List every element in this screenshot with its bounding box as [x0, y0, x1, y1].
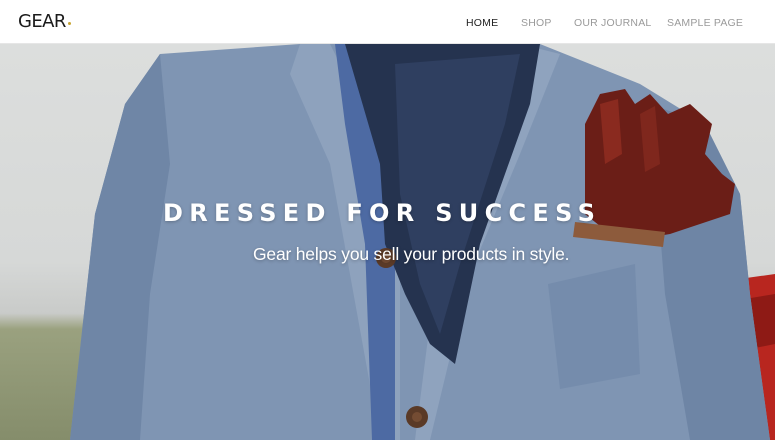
- nav-home[interactable]: HOME: [466, 16, 498, 30]
- nav-sample-page[interactable]: SAMPLE PAGE: [667, 16, 743, 30]
- logo-text: GEAR: [18, 11, 66, 32]
- hero-image: [70, 44, 775, 440]
- site-header: GEAR HOME SHOP OUR JOURNAL SAMPLE PAGE: [0, 0, 775, 44]
- hero-title: DRESSED FOR SUCCESS: [163, 199, 602, 227]
- hero-subtitle: Gear helps you sell your products in sty…: [253, 244, 570, 264]
- nav-shop[interactable]: SHOP: [521, 16, 552, 30]
- hero-banner: DRESSED FOR SUCCESS Gear helps you sell …: [0, 44, 775, 440]
- nav-our-journal[interactable]: OUR JOURNAL: [574, 16, 651, 30]
- site-logo[interactable]: GEAR: [18, 11, 71, 33]
- logo-dot-icon: [67, 22, 71, 25]
